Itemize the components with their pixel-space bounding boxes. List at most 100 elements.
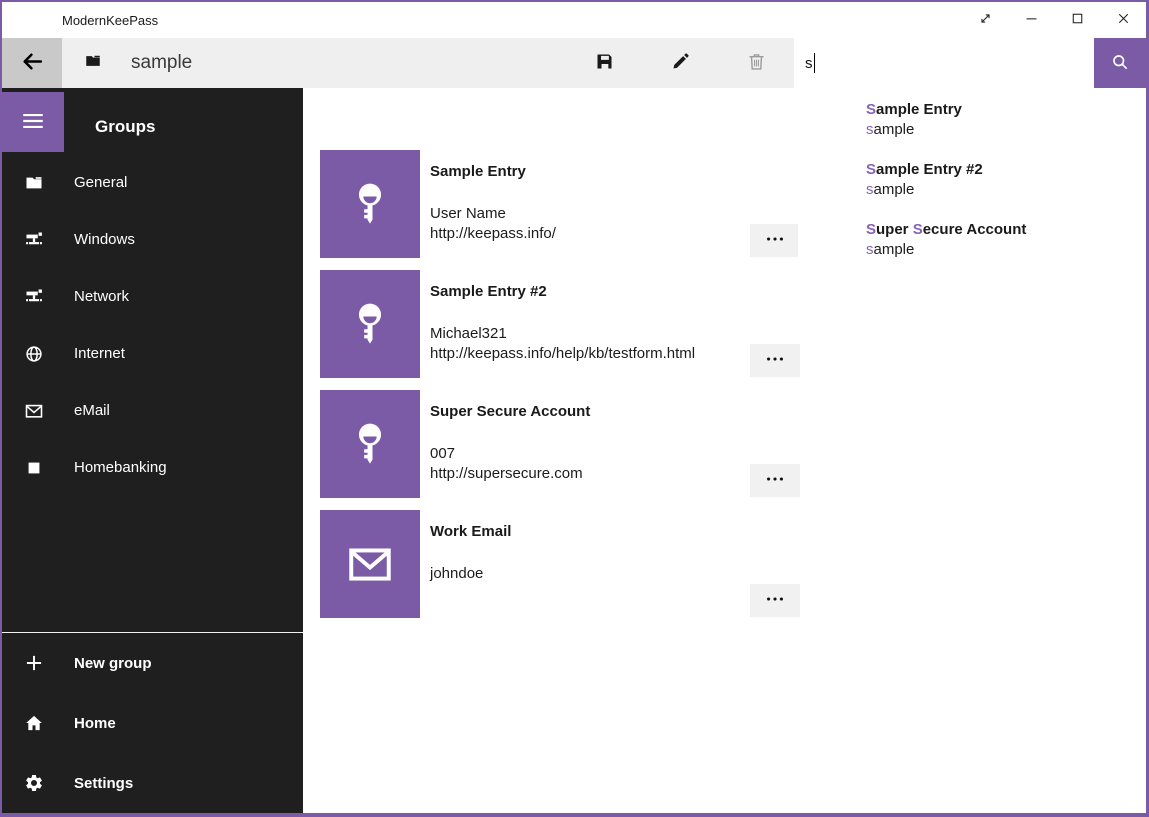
sidebar-item-label: Windows — [74, 231, 135, 248]
text-caret — [814, 53, 816, 73]
entry-more-button[interactable] — [750, 464, 800, 497]
titlebar-hamburger-icon[interactable] — [2, 2, 50, 38]
search-submit-button[interactable] — [1094, 38, 1146, 88]
more-icon — [764, 348, 786, 373]
minimize-button[interactable] — [1008, 2, 1054, 38]
entry-detail-line: http://supersecure.com — [430, 464, 583, 484]
save-icon — [594, 51, 615, 75]
entry-detail-line: http://keepass.info/help/kb/testform.htm… — [430, 344, 695, 364]
maximize-icon — [1069, 10, 1086, 30]
entry-row-work-email[interactable]: Work Emailjohndoe — [320, 510, 800, 618]
match-highlight: S — [866, 221, 876, 238]
groups-header: Groups — [95, 117, 155, 137]
edit-pencil-icon — [670, 51, 691, 75]
match-highlight: s — [866, 181, 874, 198]
key-icon — [345, 419, 395, 469]
entry-tile — [320, 150, 420, 258]
sidebar-item-new-group[interactable]: New group — [2, 633, 303, 693]
fullscreen-button[interactable] — [962, 2, 1008, 38]
delete-button[interactable] — [718, 38, 794, 88]
text-segment: uper — [876, 221, 913, 238]
search-result-item[interactable]: Super Secure Accountsample — [866, 220, 1146, 260]
match-highlight: S — [866, 101, 876, 118]
entry-details: 007http://supersecure.com — [430, 444, 583, 484]
match-highlight: s — [866, 121, 874, 138]
search-icon — [1110, 52, 1130, 75]
search-result-title: Sample Entry — [866, 100, 1146, 120]
search-result-item[interactable]: Sample Entry #2sample — [866, 160, 1146, 200]
key-icon — [345, 179, 395, 229]
sidebar-item-general[interactable]: General — [2, 154, 303, 211]
back-button[interactable] — [2, 38, 62, 88]
entry-details: User Namehttp://keepass.info/ — [430, 204, 556, 244]
sidebar-header-row: Groups — [2, 88, 303, 152]
folder-icon — [24, 173, 44, 193]
more-icon — [764, 228, 786, 253]
sidebar-item-settings[interactable]: Settings — [2, 753, 303, 813]
gear-icon — [24, 773, 44, 793]
maximize-button[interactable] — [1054, 2, 1100, 38]
entry-more-button[interactable] — [750, 344, 800, 377]
search-result-subtitle: sample — [866, 180, 1146, 200]
entry-row-sample-entry[interactable]: Sample Entry User Namehttp://keepass.info… — [320, 150, 800, 258]
search-result-subtitle: sample — [866, 240, 1146, 260]
more-icon — [764, 588, 786, 613]
entry-detail-line: User Name — [430, 204, 556, 224]
search-input[interactable]: s — [794, 38, 1094, 88]
network-icon — [24, 287, 44, 307]
sidebar-item-email[interactable]: eMail — [2, 382, 303, 439]
entry-title: Super Secure Account — [430, 403, 590, 420]
entry-details: johndoe — [430, 564, 483, 584]
sidebar-item-label: eMail — [74, 402, 110, 419]
sidebar-item-home[interactable]: Home — [2, 693, 303, 753]
network-icon — [24, 230, 44, 250]
mail-icon — [24, 401, 44, 421]
search-result-item[interactable]: Sample Entrysample — [866, 100, 1146, 140]
sidebar-item-windows[interactable]: Windows — [2, 211, 303, 268]
entry-row-sample-entry-2[interactable]: Sample Entry #2Michael321http://keepass.… — [320, 270, 800, 378]
entry-detail-line: johndoe — [430, 564, 483, 584]
entry-detail-line: 007 — [430, 444, 583, 464]
match-highlight: S — [866, 161, 876, 178]
text-segment: ample — [874, 181, 915, 198]
close-icon — [1115, 10, 1132, 30]
globe-icon — [24, 344, 44, 364]
entry-tile — [320, 390, 420, 498]
sidebar-footer: New group HomeSettings — [2, 632, 303, 813]
appbar: sample s — [2, 38, 1146, 88]
edit-button[interactable] — [642, 38, 718, 88]
fullscreen-icon — [977, 10, 994, 30]
text-segment: ample — [874, 241, 915, 258]
sidebar: Groups General Windows NetworkInternet eMai… — [2, 88, 303, 813]
trash-icon — [746, 51, 767, 75]
current-group-title: sample — [131, 52, 192, 74]
search-result-title: Super Secure Account — [866, 220, 1146, 240]
sidebar-item-label: General — [74, 174, 127, 191]
entry-row-super-secure-account[interactable]: Super Secure Account 007http://supersecur… — [320, 390, 800, 498]
sidebar-item-label: New group — [74, 655, 152, 672]
save-button[interactable] — [566, 38, 642, 88]
sidebar-item-network[interactable]: Network — [2, 268, 303, 325]
text-segment: ecure Account — [923, 221, 1027, 238]
sidebar-item-label: Homebanking — [74, 459, 167, 476]
back-arrow-icon — [20, 49, 45, 77]
app-window: ModernKeePass sample s Groups GeneralWin… — [0, 0, 1149, 817]
sidebar-item-homebanking[interactable]: Homebanking — [2, 439, 303, 496]
search-suggestions-flyout: Sample EntrysampleSample Entry #2sampleS… — [798, 88, 1146, 294]
nav-hamburger-button[interactable] — [2, 92, 64, 152]
titlebar: ModernKeePass — [2, 2, 1146, 38]
match-highlight: S — [913, 221, 923, 238]
search-result-subtitle: sample — [866, 120, 1146, 140]
close-button[interactable] — [1100, 2, 1146, 38]
entry-more-button[interactable] — [750, 224, 800, 257]
key-icon — [345, 299, 395, 349]
text-segment: ample — [874, 121, 915, 138]
square-icon — [24, 458, 44, 478]
sidebar-item-internet[interactable]: Internet — [2, 325, 303, 382]
home-icon — [24, 713, 44, 733]
entry-more-button[interactable] — [750, 584, 800, 617]
entry-title: Sample Entry #2 — [430, 283, 547, 300]
mail-icon — [345, 539, 395, 589]
group-folder-icon — [84, 38, 102, 88]
entry-title: Sample Entry — [430, 163, 526, 180]
